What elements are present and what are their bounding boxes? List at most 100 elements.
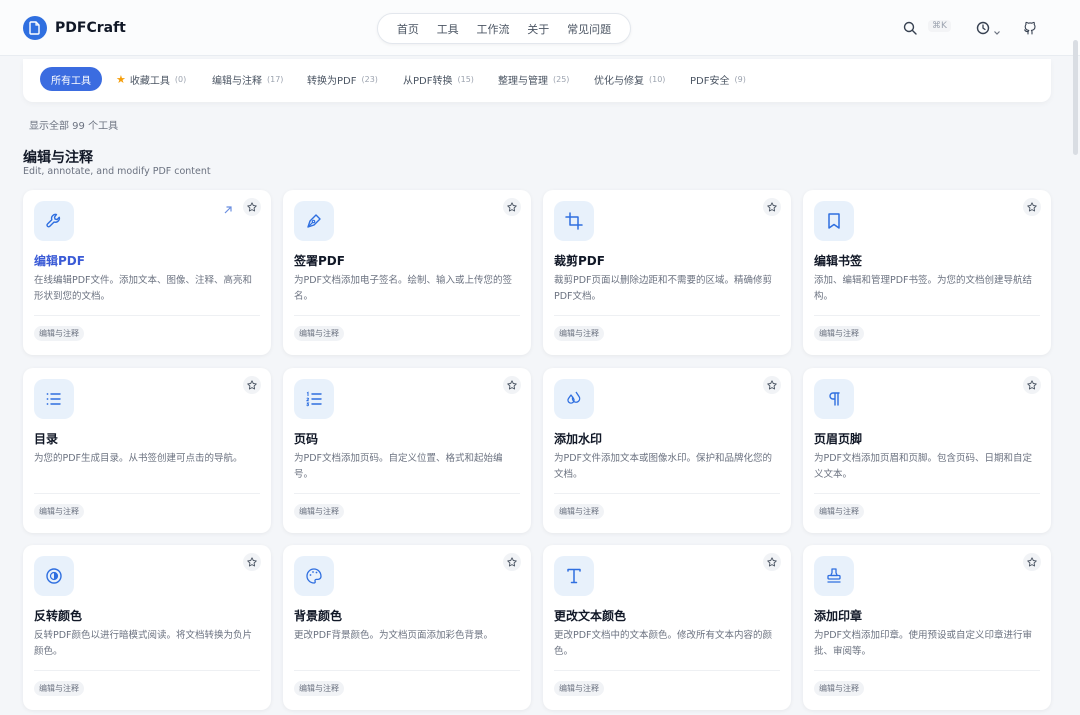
tool-card-sign-pdf[interactable]: 签署PDF 为PDF文档添加电子签名。绘制、输入或上传您的签名。 编辑与注释 xyxy=(283,190,531,355)
card-title: 编辑书签 xyxy=(814,254,863,268)
tab-optimize-repair[interactable]: 优化与修复 (10) xyxy=(594,67,665,91)
favorite-star-icon[interactable] xyxy=(503,553,521,571)
tab-count: (0) xyxy=(174,74,187,84)
card-title: 添加印章 xyxy=(814,609,863,623)
nav-tools[interactable]: 工具 xyxy=(437,21,459,37)
stamp-icon xyxy=(814,556,854,596)
tab-label: 编辑与注释 xyxy=(212,75,262,87)
tool-card-add-stamp[interactable]: 添加印章 为PDF文档添加印章。使用预设或自定义印章进行审批、审阅等。 编辑与注… xyxy=(803,545,1051,710)
pen-nib-icon xyxy=(294,201,334,241)
tool-card-edit-bookmarks[interactable]: 编辑书签 添加、编辑和管理PDF书签。为您的文档创建导航结构。 编辑与注释 xyxy=(803,190,1051,355)
tab-count: (17) xyxy=(267,74,284,84)
card-divider xyxy=(294,670,520,671)
card-title: 背景颜色 xyxy=(294,609,343,623)
card-title: 更改文本颜色 xyxy=(554,609,627,623)
history-icon[interactable] xyxy=(976,20,990,39)
external-link-icon[interactable] xyxy=(223,200,233,219)
card-title: 目录 xyxy=(34,432,59,446)
favorite-star-icon[interactable] xyxy=(243,376,261,394)
chevron-down-icon[interactable] xyxy=(993,22,1001,41)
droplets-icon xyxy=(554,379,594,419)
tab-label: PDF安全 xyxy=(690,75,730,87)
tab-favorites[interactable]: ★ 收藏工具 (0) xyxy=(116,67,186,91)
category-tag: 编辑与注释 xyxy=(294,326,344,341)
nav-workflow[interactable]: 工作流 xyxy=(476,21,509,37)
favorite-star-icon[interactable] xyxy=(503,198,521,216)
tool-card-page-numbers[interactable]: 页码 为PDF文档添加页码。自定义位置、格式和起始编号。 编辑与注释 xyxy=(283,368,531,533)
bookmark-icon xyxy=(814,201,854,241)
card-description: 裁剪PDF页面以删除边距和不需要的区域。精确修剪PDF文档。 xyxy=(554,275,773,302)
app-logo[interactable]: PDFCraft xyxy=(23,16,126,40)
card-description: 添加、编辑和管理PDF书签。为您的文档创建导航结构。 xyxy=(814,275,1033,302)
category-tag: 编辑与注释 xyxy=(814,681,864,696)
tab-convert-from-pdf[interactable]: 从PDF转换 (15) xyxy=(403,67,474,91)
tab-pdf-security[interactable]: PDF安全 (9) xyxy=(690,67,746,91)
card-divider xyxy=(554,670,780,671)
list-icon xyxy=(34,379,74,419)
tool-card-crop-pdf[interactable]: 裁剪PDF 裁剪PDF页面以删除边距和不需要的区域。精确修剪PDF文档。 编辑与… xyxy=(543,190,791,355)
card-description: 为PDF文档添加印章。使用预设或自定义印章进行审批、审阅等。 xyxy=(814,630,1033,657)
tool-card-background-color[interactable]: 背景颜色 更改PDF背景颜色。为文档页面添加彩色背景。 编辑与注释 xyxy=(283,545,531,710)
document-icon xyxy=(23,16,47,40)
card-title: 添加水印 xyxy=(554,432,603,446)
category-tag: 编辑与注释 xyxy=(554,326,604,341)
card-description: 更改PDF文档中的文本颜色。修改所有文本内容的颜色。 xyxy=(554,630,773,657)
scrollbar[interactable] xyxy=(1073,40,1078,155)
nav-home[interactable]: 首页 xyxy=(397,21,419,37)
tool-card-text-color[interactable]: 更改文本颜色 更改PDF文档中的文本颜色。修改所有文本内容的颜色。 编辑与注释 xyxy=(543,545,791,710)
tab-label: 所有工具 xyxy=(51,75,91,87)
favorite-star-icon[interactable] xyxy=(763,376,781,394)
tool-card-header-footer[interactable]: 页眉页脚 为PDF文档添加页眉和页脚。包含页码、日期和自定义文本。 编辑与注释 xyxy=(803,368,1051,533)
card-divider xyxy=(814,315,1040,316)
card-description: 为PDF文档添加电子签名。绘制、输入或上传您的签名。 xyxy=(294,275,513,302)
card-description: 更改PDF背景颜色。为文档页面添加彩色背景。 xyxy=(294,630,494,641)
card-divider xyxy=(554,315,780,316)
card-description: 反转PDF颜色以进行暗模式阅读。将文档转换为负片颜色。 xyxy=(34,630,253,657)
tab-count: (25) xyxy=(553,74,570,84)
favorite-star-icon[interactable] xyxy=(1023,198,1041,216)
tab-count: (15) xyxy=(457,74,474,84)
palette-icon xyxy=(294,556,334,596)
category-tag: 编辑与注释 xyxy=(814,326,864,341)
card-divider xyxy=(814,670,1040,671)
favorite-star-icon[interactable] xyxy=(503,376,521,394)
card-description: 为PDF文档添加页码。自定义位置、格式和起始编号。 xyxy=(294,453,503,480)
card-description: 为PDF文档添加页眉和页脚。包含页码、日期和自定义文本。 xyxy=(814,453,1033,480)
favorite-star-icon[interactable] xyxy=(1023,553,1041,571)
tab-count: (9) xyxy=(734,74,746,84)
tab-organize-manage[interactable]: 整理与管理 (25) xyxy=(498,67,569,91)
card-divider xyxy=(814,493,1040,494)
card-description: 为PDF文件添加文本或图像水印。保护和品牌化您的文档。 xyxy=(554,453,773,480)
nav-about[interactable]: 关于 xyxy=(527,21,549,37)
favorite-star-icon[interactable] xyxy=(243,198,261,216)
crop-icon xyxy=(554,201,594,241)
tab-edit-annotate[interactable]: 编辑与注释 (17) xyxy=(212,67,283,91)
github-icon[interactable] xyxy=(1023,20,1037,39)
favorite-star-icon[interactable] xyxy=(1023,376,1041,394)
card-title: 编辑PDF xyxy=(34,254,85,268)
tool-card-add-watermark[interactable]: 添加水印 为PDF文件添加文本或图像水印。保护和品牌化您的文档。 编辑与注释 xyxy=(543,368,791,533)
favorite-star-icon[interactable] xyxy=(243,553,261,571)
card-divider xyxy=(294,493,520,494)
wrench-icon xyxy=(34,201,74,241)
tab-all-tools[interactable]: 所有工具 xyxy=(40,67,102,91)
search-icon[interactable] xyxy=(903,20,917,39)
card-title: 裁剪PDF xyxy=(554,254,605,268)
favorite-star-icon[interactable] xyxy=(763,198,781,216)
type-icon xyxy=(554,556,594,596)
nav-faq[interactable]: 常见问题 xyxy=(567,21,611,37)
card-divider xyxy=(34,670,260,671)
tool-card-invert-colors[interactable]: 反转颜色 反转PDF颜色以进行暗模式阅读。将文档转换为负片颜色。 编辑与注释 xyxy=(23,545,271,710)
category-filter-bar: 所有工具 ★ 收藏工具 (0) 编辑与注释 (17) 转换为PDF (23) 从… xyxy=(23,59,1051,102)
tab-convert-to-pdf[interactable]: 转换为PDF (23) xyxy=(307,67,378,91)
main-nav: 首页 工具 工作流 关于 常见问题 xyxy=(377,13,631,44)
category-tag: 编辑与注释 xyxy=(554,504,604,519)
favorite-star-icon[interactable] xyxy=(763,553,781,571)
tab-label: 优化与修复 xyxy=(594,75,644,87)
card-description: 为您的PDF生成目录。从书签创建可点击的导航。 xyxy=(34,453,243,464)
tool-card-edit-pdf[interactable]: 编辑PDF 在线编辑PDF文件。添加文本、图像、注释、高亮和形状到您的文档。 编… xyxy=(23,190,271,355)
card-description: 在线编辑PDF文件。添加文本、图像、注释、高亮和形状到您的文档。 xyxy=(34,275,253,302)
card-title: 页码 xyxy=(294,432,319,446)
app-name: PDFCraft xyxy=(55,20,126,36)
tool-card-table-of-contents[interactable]: 目录 为您的PDF生成目录。从书签创建可点击的导航。 编辑与注释 xyxy=(23,368,271,533)
